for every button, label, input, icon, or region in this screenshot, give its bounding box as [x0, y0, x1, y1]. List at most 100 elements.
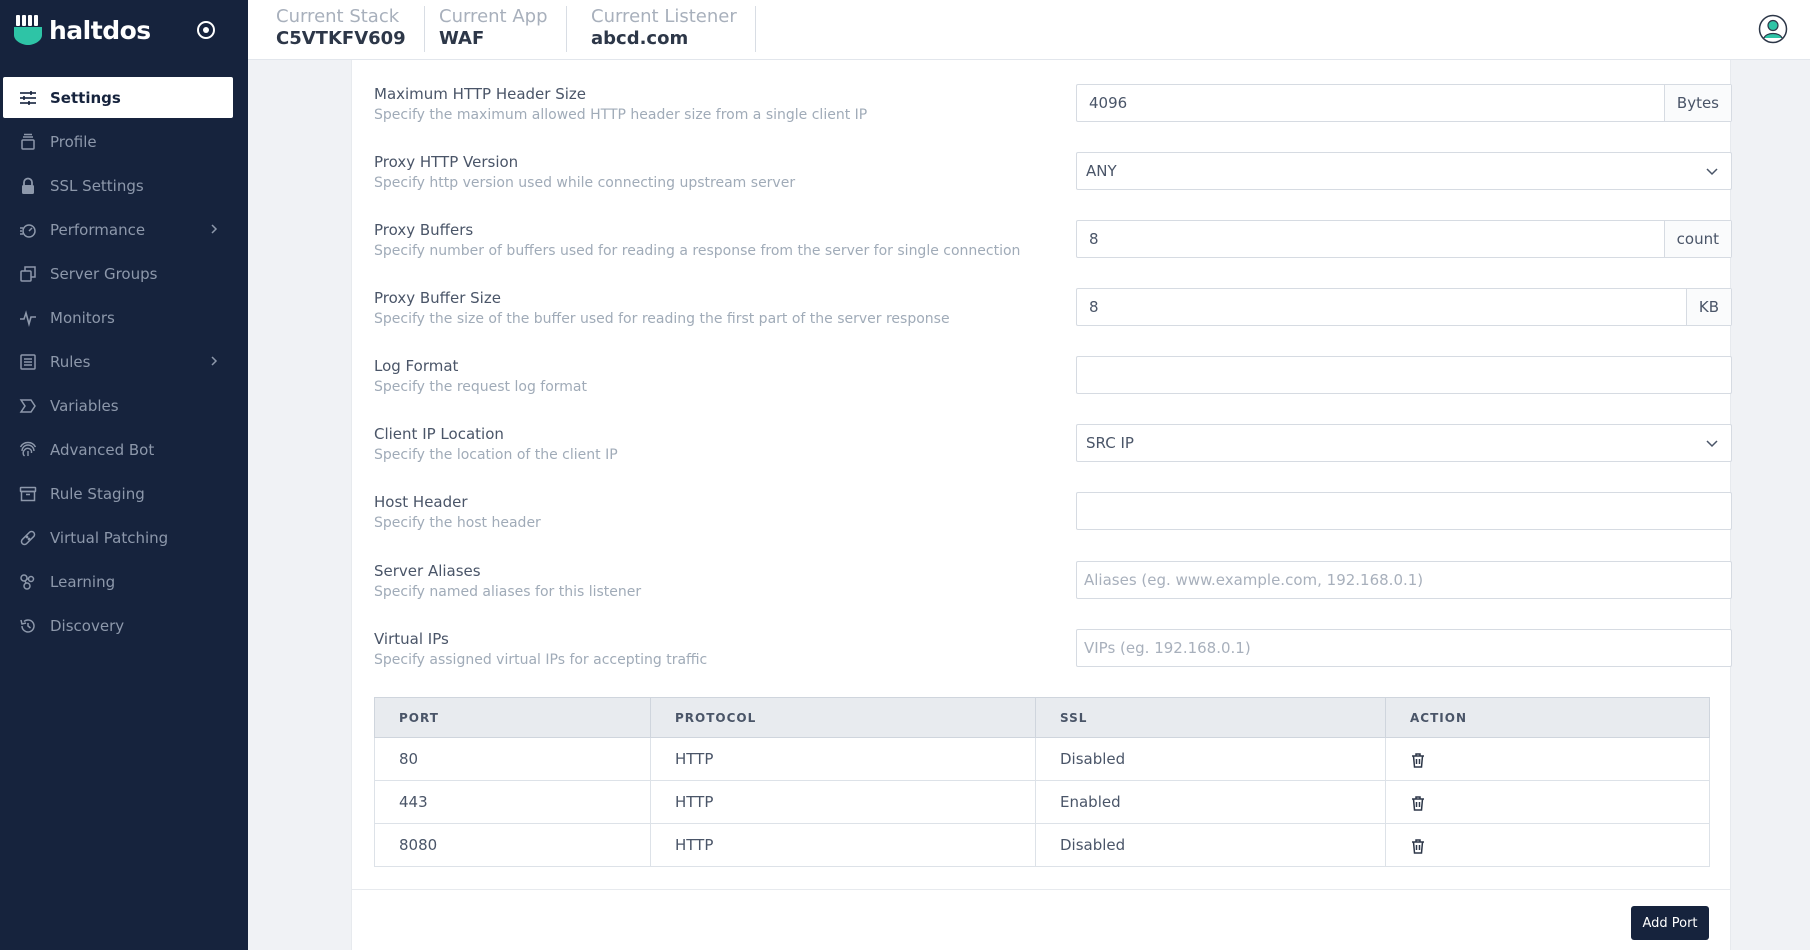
- trash-icon[interactable]: [1410, 838, 1426, 854]
- port-cell: 443: [374, 780, 651, 824]
- sidebar-item-label: SSL Settings: [50, 176, 144, 195]
- server-aliases-field: [1076, 561, 1732, 599]
- sidebar-item-learning[interactable]: Learning: [3, 561, 233, 602]
- sidebar-item-label: Discovery: [50, 616, 125, 635]
- sidebar-item-label: Virtual Patching: [50, 528, 169, 547]
- ssl-cell: Enabled: [1035, 780, 1386, 824]
- proxy-buffers-field: count: [1076, 220, 1732, 258]
- brand-name: haltdos: [49, 15, 151, 45]
- selected-value: ANY: [1086, 162, 1117, 180]
- speedometer-icon: [19, 221, 37, 239]
- sidebar-item-performance[interactable]: Performance: [3, 209, 233, 250]
- ports-table: PORT PROTOCOL SSL ACTION 80 HTTP Disable…: [374, 697, 1710, 867]
- target-icon[interactable]: [196, 20, 216, 40]
- chevron-right-icon: [211, 356, 218, 366]
- virtual-ips-field: [1076, 629, 1732, 667]
- sidebar-item-server-groups[interactable]: Server Groups: [3, 253, 233, 294]
- trash-icon[interactable]: [1410, 752, 1426, 768]
- fingerprint-icon: [19, 441, 37, 459]
- log-format-field: [1076, 356, 1732, 394]
- sidebar-item-label: Server Groups: [50, 264, 158, 283]
- sidebar-item-label: Performance: [50, 220, 146, 239]
- column-header-protocol: PROTOCOL: [650, 697, 1036, 738]
- sidebar-item-settings[interactable]: Settings: [3, 77, 233, 118]
- proxy-buffers-input[interactable]: [1077, 221, 1664, 257]
- column-header-action: ACTION: [1385, 697, 1710, 738]
- sidebar-item-ssl-settings[interactable]: SSL Settings: [3, 165, 233, 206]
- client-ip-location-select[interactable]: SRC IP: [1076, 424, 1732, 462]
- ssl-cell: Disabled: [1035, 737, 1386, 781]
- top-bar: Current Stack C5VTKFV609 Current App WAF…: [248, 0, 1810, 60]
- sidebar-item-rule-staging[interactable]: Rule Staging: [3, 473, 233, 514]
- sidebar-item-label: Advanced Bot: [50, 440, 155, 459]
- sidebar-item-discovery[interactable]: Discovery: [3, 605, 233, 646]
- haltdos-logo-icon: [14, 15, 42, 45]
- setting-host-header: Host Header Specify the host header: [374, 492, 1732, 552]
- setting-proxy-buffers: Proxy Buffers Specify number of buffers …: [374, 220, 1732, 280]
- selected-value: SRC IP: [1086, 434, 1134, 452]
- sidebar: haltdos Settings Profile SSL Settings Pe…: [0, 0, 248, 950]
- current-stack-value: C5VTKFV609: [276, 28, 406, 49]
- current-stack-label: Current Stack: [276, 6, 400, 27]
- max-header-size-field: Bytes: [1076, 84, 1732, 122]
- current-listener-value: abcd.com: [591, 28, 689, 49]
- sidebar-item-profile[interactable]: Profile: [3, 121, 233, 162]
- sidebar-item-rules[interactable]: Rules: [3, 341, 233, 382]
- bandage-icon: [19, 529, 37, 547]
- sidebar-item-label: Rules: [50, 352, 91, 371]
- column-header-port: PORT: [374, 697, 651, 738]
- action-cell: [1385, 780, 1710, 824]
- nodes-icon: [19, 573, 37, 591]
- sidebar-item-label: Profile: [50, 132, 97, 151]
- table-row: 80 HTTP Disabled: [374, 737, 1710, 781]
- sidebar-item-advanced-bot[interactable]: Advanced Bot: [3, 429, 233, 470]
- sidebar-item-label: Rule Staging: [50, 484, 145, 503]
- archive-icon: [19, 485, 37, 503]
- virtual-ips-input[interactable]: [1077, 630, 1731, 666]
- divider: [352, 889, 1730, 890]
- action-cell: [1385, 737, 1710, 781]
- setting-log-format: Log Format Specify the request log forma…: [374, 356, 1732, 416]
- lock-icon: [19, 177, 37, 195]
- user-avatar-icon[interactable]: [1758, 14, 1788, 44]
- setting-proxy-http-version: Proxy HTTP Version Specify http version …: [374, 152, 1732, 212]
- listener-settings-card: Maximum HTTP Header Size Specify the max…: [351, 60, 1732, 950]
- sidebar-nav: Settings Profile SSL Settings Performanc…: [0, 77, 248, 646]
- stack-icon: [19, 133, 37, 151]
- max-header-size-input[interactable]: [1077, 85, 1664, 121]
- unit-addon: KB: [1685, 289, 1731, 325]
- sidebar-item-variables[interactable]: Variables: [3, 385, 233, 426]
- sidebar-item-virtual-patching[interactable]: Virtual Patching: [3, 517, 233, 558]
- setting-client-ip-location: Client IP Location Specify the location …: [374, 424, 1732, 484]
- chevron-down-icon: [1693, 425, 1731, 461]
- sidebar-item-label: Settings: [50, 88, 121, 107]
- log-format-input[interactable]: [1077, 357, 1731, 393]
- copy-icon: [19, 265, 37, 283]
- table-header-row: PORT PROTOCOL SSL ACTION: [374, 697, 1710, 738]
- add-port-button[interactable]: Add Port: [1631, 906, 1709, 940]
- setting-proxy-buffer-size: Proxy Buffer Size Specify the size of th…: [374, 288, 1732, 348]
- current-app[interactable]: Current App WAF: [411, 6, 567, 52]
- column-header-ssl: SSL: [1035, 697, 1386, 738]
- setting-server-aliases: Server Aliases Specify named aliases for…: [374, 561, 1732, 621]
- chevron-down-icon: [1693, 153, 1731, 189]
- current-stack[interactable]: Current Stack C5VTKFV609: [248, 6, 425, 52]
- sliders-icon: [19, 89, 37, 107]
- port-cell: 8080: [374, 823, 651, 867]
- proxy-buffer-size-field: KB: [1076, 288, 1732, 326]
- table-row: 8080 HTTP Disabled: [374, 823, 1710, 867]
- ssl-cell: Disabled: [1035, 823, 1386, 867]
- sidebar-item-label: Monitors: [50, 308, 115, 327]
- proxy-buffer-size-input[interactable]: [1077, 289, 1686, 325]
- chevron-right-icon: [211, 224, 218, 234]
- server-aliases-input[interactable]: [1077, 562, 1731, 598]
- proxy-http-version-select[interactable]: ANY: [1076, 152, 1732, 190]
- current-listener[interactable]: Current Listener abcd.com: [563, 6, 756, 52]
- current-app-value: WAF: [439, 28, 485, 49]
- host-header-input[interactable]: [1077, 493, 1731, 529]
- setting-virtual-ips: Virtual IPs Specify assigned virtual IPs…: [374, 629, 1732, 689]
- trash-icon[interactable]: [1410, 795, 1426, 811]
- table-row: 443 HTTP Enabled: [374, 780, 1710, 824]
- brand: haltdos: [0, 0, 248, 60]
- sidebar-item-monitors[interactable]: Monitors: [3, 297, 233, 338]
